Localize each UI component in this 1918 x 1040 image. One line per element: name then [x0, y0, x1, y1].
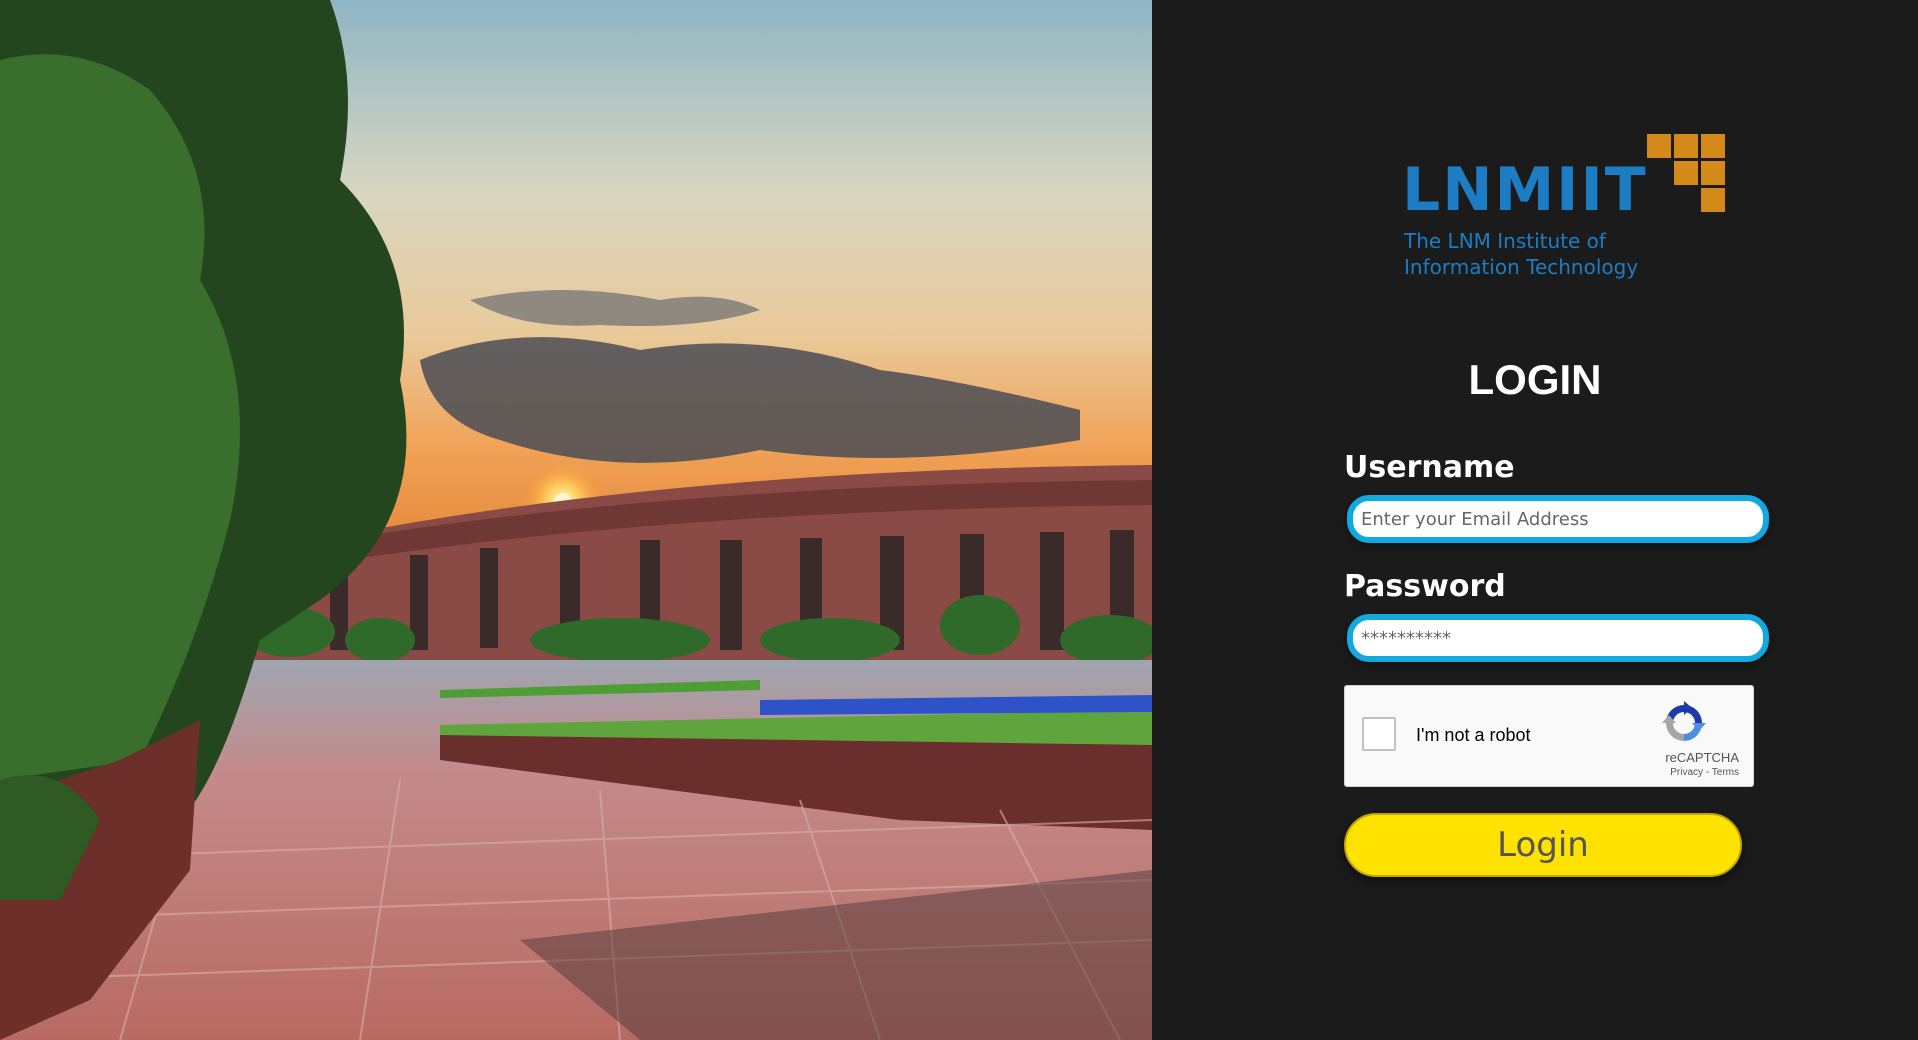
logo-name: LNMIIT — [1402, 155, 1648, 225]
recaptcha-links: Privacy - Terms — [1670, 767, 1739, 778]
username-label: Username — [1344, 450, 1515, 485]
login-button[interactable]: Login — [1344, 813, 1742, 877]
logo-tagline-line2: Information Technology — [1404, 255, 1639, 279]
campus-photo — [0, 0, 1152, 1040]
recaptcha-icon — [1662, 701, 1706, 741]
logo-grid-icon — [1647, 134, 1725, 212]
login-panel: LNMIIT The LNM Institute of Information … — [1152, 0, 1918, 1040]
recaptcha-privacy-link[interactable]: Privacy — [1670, 767, 1703, 778]
password-input[interactable] — [1347, 614, 1769, 662]
username-input[interactable] — [1347, 495, 1769, 543]
recaptcha-checkbox[interactable] — [1362, 717, 1396, 751]
campus-photo-illustration — [0, 0, 1152, 1040]
logo-tagline-line1: The LNM Institute of — [1404, 229, 1606, 253]
recaptcha-brand: reCAPTCHA — [1665, 750, 1739, 765]
recaptcha-label: I'm not a robot — [1416, 725, 1531, 745]
recaptcha-links-separator: - — [1703, 767, 1712, 778]
login-title: LOGIN — [1468, 356, 1602, 403]
recaptcha-widget: I'm not a robot reCAPTCHA Privacy - Term… — [1344, 685, 1754, 787]
lnmiit-logo: LNMIIT The LNM Institute of Information … — [1402, 132, 1732, 282]
logo-tagline: The LNM Institute of Information Technol… — [1404, 228, 1638, 280]
password-label: Password — [1344, 569, 1506, 604]
recaptcha-terms-link[interactable]: Terms — [1712, 767, 1739, 778]
